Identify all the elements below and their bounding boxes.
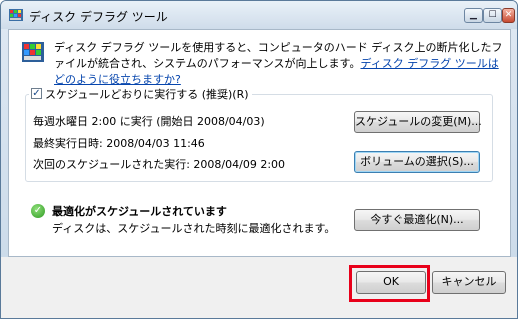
defrag-icon — [22, 42, 44, 62]
dialog-window: ディスク デフラグ ツール ▁ ☐ ✕ ディスク デフラグ ツールを使用すると、… — [0, 0, 518, 319]
check-circle-icon: ✓ — [31, 204, 45, 218]
maximize-icon: ☐ — [488, 10, 497, 20]
intro-text: ディスク デフラグ ツールを使用すると、コンピュータのハード ディスク上の断片化… — [54, 40, 504, 88]
content-panel: ディスク デフラグ ツールを使用すると、コンピュータのハード ディスク上の断片化… — [8, 29, 511, 257]
schedule-frequency: 毎週水曜日 2:00 に実行 (開始日 2008/04/03) — [33, 115, 265, 128]
select-volumes-button[interactable]: ボリュームの選択(S)... — [354, 151, 480, 173]
ok-highlight-box — [349, 265, 430, 302]
next-run-time: 次回のスケジュールされた実行: 2008/04/09 2:00 — [33, 158, 286, 171]
schedule-checkbox-label[interactable]: スケジュールどおりに実行する (推奨)(R) — [45, 86, 249, 102]
close-icon: ✕ — [504, 10, 513, 20]
status-title: 最適化がスケジュールされています — [52, 205, 227, 218]
status-description: ディスクは、スケジュールされた時刻に最適化されます。 — [52, 222, 336, 235]
close-button[interactable]: ✕ — [502, 8, 515, 23]
defrag-icon — [9, 9, 23, 21]
minimize-icon: ▁ — [470, 10, 477, 20]
modify-schedule-button[interactable]: スケジュールの変更(M)... — [354, 111, 482, 133]
defrag-now-button[interactable]: 今すぐ最適化(N)... — [354, 209, 480, 231]
title-bar: ディスク デフラグ ツール ▁ ☐ ✕ — [1, 1, 517, 29]
last-run-time: 最終実行日時: 2008/04/03 11:46 — [33, 137, 205, 150]
schedule-checkbox-row[interactable]: ✓ スケジュールどおりに実行する (推奨)(R) — [29, 86, 252, 101]
schedule-checkbox[interactable]: ✓ — [31, 88, 42, 99]
dialog-footer: OK キャンセル — [1, 257, 517, 318]
minimize-button[interactable]: ▁ — [464, 8, 483, 23]
maximize-button[interactable]: ☐ — [483, 8, 502, 23]
cancel-button[interactable]: キャンセル — [432, 271, 506, 294]
window-title: ディスク デフラグ ツール — [29, 10, 168, 24]
